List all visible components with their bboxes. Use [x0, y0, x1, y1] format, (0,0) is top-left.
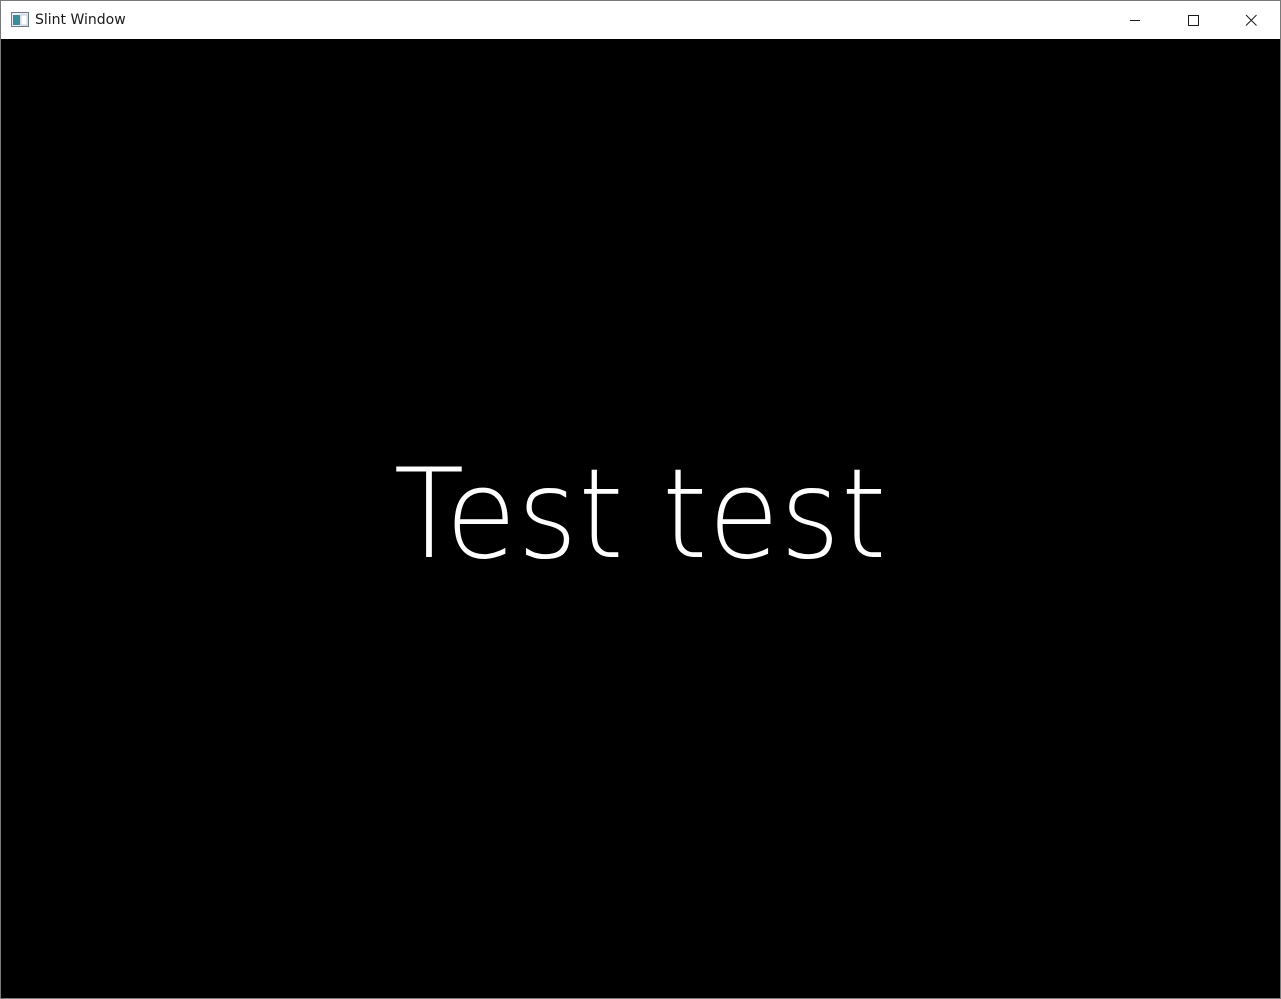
app-window-icon: [11, 12, 29, 27]
maximize-button[interactable]: [1164, 1, 1222, 39]
main-text-label: Test test: [393, 443, 888, 587]
minimize-icon: [1129, 14, 1141, 26]
close-button[interactable]: [1222, 1, 1280, 39]
minimize-button[interactable]: [1106, 1, 1164, 39]
window-content: Test test: [1, 39, 1280, 998]
close-icon: [1245, 14, 1257, 26]
window-title: Slint Window: [35, 12, 126, 28]
title-bar[interactable]: Slint Window: [1, 1, 1280, 39]
maximize-icon: [1187, 14, 1199, 26]
app-window: Slint Window Test test: [0, 0, 1281, 999]
